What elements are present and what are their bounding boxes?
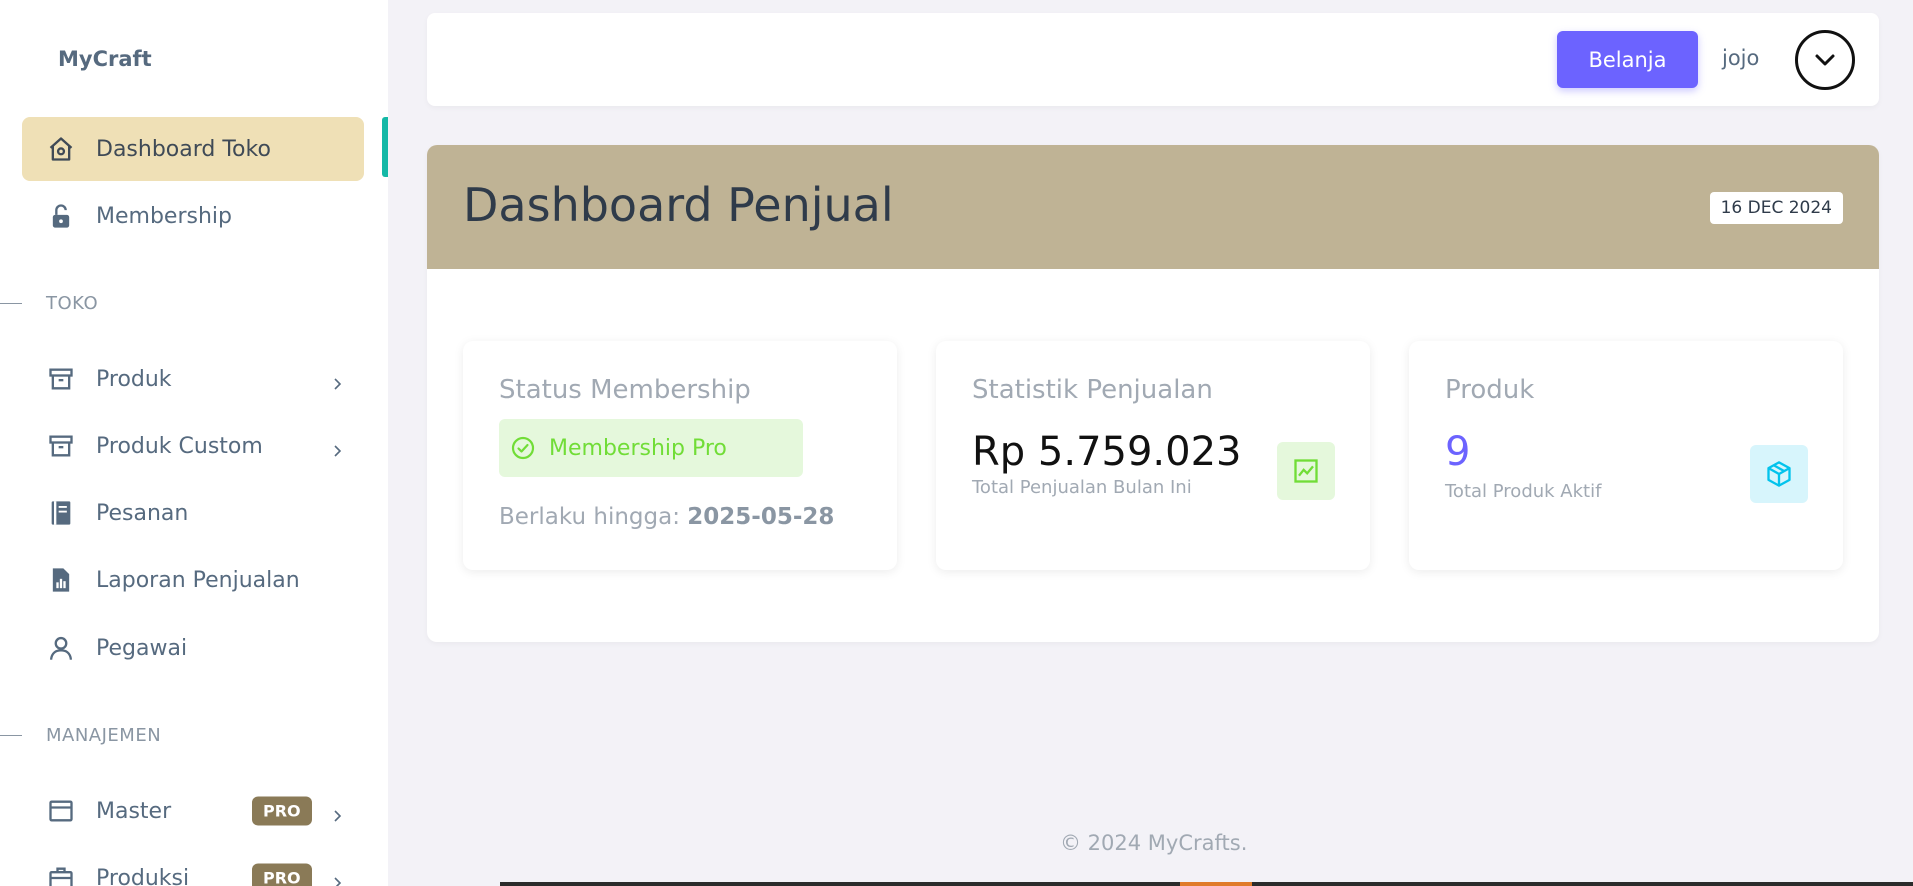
sidebar-item-produk[interactable]: Produk <box>22 347 364 411</box>
sidebar-item-label: Produksi <box>96 865 190 886</box>
sidebar-item-label: Master <box>96 798 172 824</box>
sidebar-item-label: Dashboard Toko <box>96 136 271 162</box>
sidebar-item-label: Membership <box>96 203 232 229</box>
sidebar: MyCraft Dashboard Toko Membership TOKO P… <box>0 0 388 886</box>
sidebar-item-pegawai[interactable]: Pegawai <box>22 616 364 680</box>
chevron-down-circle-icon[interactable] <box>1795 30 1855 90</box>
report-file-icon <box>46 565 76 595</box>
briefcase-icon <box>46 863 76 886</box>
sidebar-item-dashboard-toko[interactable]: Dashboard Toko <box>22 117 364 181</box>
dashboard-card: Dashboard Penjual 16 DEC 2024 Status Mem… <box>427 145 1879 642</box>
chevron-right-icon <box>330 439 344 457</box>
pro-badge: PRO <box>252 796 312 826</box>
trend-chart-icon <box>1277 442 1335 500</box>
sidebar-item-label: Produk <box>96 366 172 392</box>
validity-date: 2025-05-28 <box>687 504 835 530</box>
check-circle-icon <box>511 436 535 460</box>
bottom-strip-accent <box>1180 882 1252 886</box>
chevron-right-icon <box>330 372 344 390</box>
chevron-right-icon <box>330 804 344 822</box>
pro-badge: PRO <box>252 863 312 886</box>
chevron-right-icon <box>330 871 344 886</box>
section-divider <box>0 302 22 304</box>
section-header-manajemen: MANAJEMEN <box>0 724 162 746</box>
dashboard-header: Dashboard Penjual 16 DEC 2024 <box>427 145 1879 269</box>
user-icon <box>46 633 76 663</box>
sidebar-item-label: Pesanan <box>96 500 189 526</box>
sidebar-item-laporan-penjualan[interactable]: Laporan Penjualan <box>22 548 364 612</box>
membership-status-card: Status Membership Membership Pro Berlaku… <box>463 341 897 570</box>
sidebar-item-produksi[interactable]: Produksi PRO <box>22 846 364 886</box>
sidebar-item-label: Pegawai <box>96 635 188 661</box>
active-indicator <box>382 117 388 177</box>
section-title: TOKO <box>46 292 99 314</box>
sidebar-item-label: Produk Custom <box>96 433 263 459</box>
brand-logo[interactable]: MyCraft <box>58 47 152 71</box>
date-badge: 16 DEC 2024 <box>1709 192 1843 224</box>
products-count-label: Total Produk Aktif <box>1445 481 1602 502</box>
username[interactable]: jojo <box>1722 46 1759 70</box>
card-title: Status Membership <box>499 375 751 405</box>
section-title: MANAJEMEN <box>46 724 162 746</box>
home-icon <box>46 134 76 164</box>
sidebar-item-label: Laporan Penjualan <box>96 567 300 593</box>
sales-statistics-card: Statistik Penjualan Rp 5.759.023 Total P… <box>936 341 1370 570</box>
archive-icon <box>46 431 76 461</box>
page-title: Dashboard Penjual <box>463 178 894 232</box>
membership-badge-label: Membership Pro <box>549 435 727 461</box>
membership-validity: Berlaku hingga: 2025-05-28 <box>499 504 834 530</box>
lock-open-icon <box>46 201 76 231</box>
products-card: Produk 9 Total Produk Aktif <box>1409 341 1843 570</box>
belanja-button[interactable]: Belanja <box>1557 31 1698 88</box>
card-title: Produk <box>1445 375 1535 405</box>
sidebar-item-membership[interactable]: Membership <box>22 184 364 248</box>
archive-icon <box>46 364 76 394</box>
sidebar-item-pesanan[interactable]: Pesanan <box>22 481 364 545</box>
cube-icon <box>1750 445 1808 503</box>
products-count: 9 <box>1445 429 1471 475</box>
validity-label: Berlaku hingga: <box>499 504 680 530</box>
section-header-toko: TOKO <box>0 292 99 314</box>
sidebar-item-produk-custom[interactable]: Produk Custom <box>22 414 364 478</box>
sidebar-item-master[interactable]: Master PRO <box>22 779 364 843</box>
section-divider <box>0 734 22 736</box>
window-icon <box>46 796 76 826</box>
sales-total-value: Rp 5.759.023 <box>972 429 1242 475</box>
book-icon <box>46 498 76 528</box>
membership-badge: Membership Pro <box>499 419 803 477</box>
footer-copyright: © 2024 MyCrafts. <box>1060 831 1248 855</box>
sales-total-label: Total Penjualan Bulan Ini <box>972 477 1192 498</box>
card-title: Statistik Penjualan <box>972 375 1213 405</box>
